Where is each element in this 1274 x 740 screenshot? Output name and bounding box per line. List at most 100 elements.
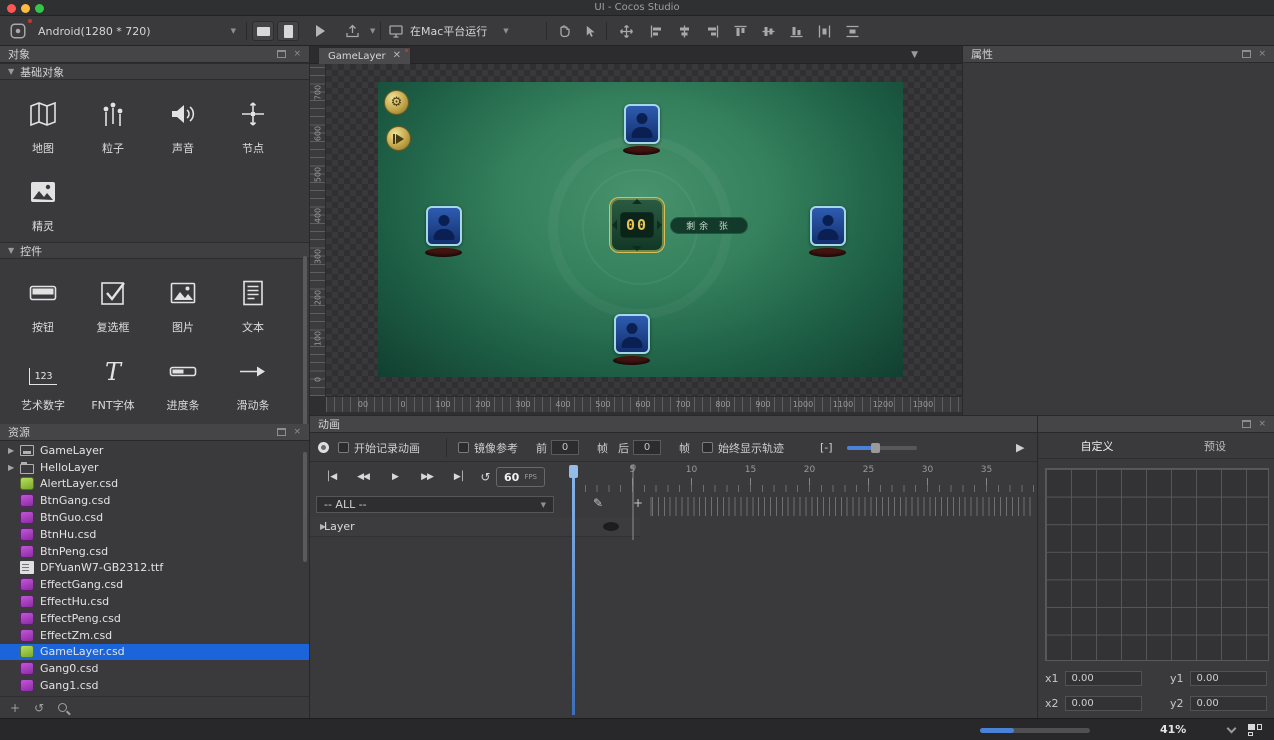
resource-file-row[interactable]: ▶ EffectZm.csd: [0, 627, 309, 644]
align-h-center-button[interactable]: [672, 20, 696, 42]
loop-button[interactable]: ↺: [472, 467, 498, 487]
resource-file-row[interactable]: ▶ AlertLayer.csd: [0, 476, 309, 493]
run-button[interactable]: [308, 20, 332, 42]
object-item-node[interactable]: 节点: [218, 84, 288, 162]
publish-options-caret[interactable]: ▼: [364, 20, 375, 42]
exit-button[interactable]: [386, 126, 411, 151]
close-tab-icon[interactable]: ✕: [393, 51, 401, 61]
object-item-button[interactable]: 按钮: [8, 263, 78, 341]
close-panel-icon[interactable]: ×: [1258, 50, 1266, 59]
distribute-vertical-button[interactable]: [840, 20, 864, 42]
resource-file-row[interactable]: ▶ BtnGang.csd: [0, 492, 309, 509]
x1-field[interactable]: 0.00: [1065, 671, 1142, 686]
player-plate-bottom[interactable]: [613, 356, 650, 365]
panel-layout-icon[interactable]: [1248, 724, 1262, 736]
align-bottom-button[interactable]: [784, 20, 808, 42]
fps-control[interactable]: 60 FPS: [496, 467, 545, 487]
after-frames-field[interactable]: 0: [633, 433, 661, 462]
resource-file-row[interactable]: ▶ BtnPeng.csd: [0, 543, 309, 560]
search-icon[interactable]: [58, 703, 67, 712]
y1-field[interactable]: 0.00: [1190, 671, 1267, 686]
align-top-button[interactable]: [728, 20, 752, 42]
curve-editor-grid[interactable]: [1045, 468, 1269, 661]
align-right-button[interactable]: [700, 20, 724, 42]
visibility-eye-icon[interactable]: [603, 522, 619, 531]
tab-preset[interactable]: 预设: [1156, 433, 1274, 458]
object-item-sound[interactable]: 声音: [148, 84, 218, 162]
edit-animation-icon[interactable]: ✎: [593, 496, 603, 510]
portrait-orientation-button[interactable]: [277, 21, 299, 41]
timeline-zoom-slider[interactable]: [847, 433, 917, 462]
align-left-button[interactable]: [644, 20, 668, 42]
player-avatar-top[interactable]: [624, 104, 660, 144]
timeline-zoom-out-label[interactable]: [-]: [820, 433, 833, 462]
resource-file-row[interactable]: ▶ EffectPeng.csd: [0, 610, 309, 627]
hand-tool-button[interactable]: [552, 20, 576, 42]
canvas-zoom-slider[interactable]: [980, 728, 1090, 733]
close-panel-icon[interactable]: ×: [1258, 420, 1266, 429]
distribute-horizontal-button[interactable]: [812, 20, 836, 42]
y2-field[interactable]: 0.00: [1190, 696, 1267, 711]
resources-scrollbar[interactable]: [303, 452, 307, 562]
object-item-progress-bar[interactable]: 进度条: [148, 341, 218, 419]
resource-file-row[interactable]: ▶ EffectHu.csd: [0, 593, 309, 610]
landscape-orientation-button[interactable]: [252, 21, 274, 41]
resource-file-row[interactable]: ▶ HelloLayer: [0, 459, 309, 476]
resource-file-row[interactable]: ▶ BtnHu.csd: [0, 526, 309, 543]
resolution-dropdown[interactable]: Android(1280 * 720) ▼: [32, 20, 242, 42]
timeline-play-button[interactable]: ▶: [1016, 433, 1024, 462]
player-avatar-right[interactable]: [810, 206, 846, 246]
track-filter-dropdown[interactable]: -- ALL -- ▼: [316, 496, 554, 513]
object-item-checkbox[interactable]: 复选框: [78, 263, 148, 341]
x2-field[interactable]: 0.00: [1065, 696, 1142, 711]
center-timer-widget[interactable]: 00: [610, 198, 664, 252]
expander-icon[interactable]: ▶: [310, 522, 324, 531]
canvas-tab-gamelayer[interactable]: GameLayer ✕: [318, 47, 411, 64]
float-panel-icon[interactable]: [1242, 420, 1251, 428]
run-target-dropdown[interactable]: 在Mac平台运行 ▼: [388, 20, 509, 42]
last-frame-button[interactable]: ▶│: [446, 467, 472, 487]
game-scene[interactable]: ⚙ 00 剩余 张: [378, 82, 903, 377]
select-tool-button[interactable]: [578, 20, 602, 42]
show-trajectory-checkbox[interactable]: [702, 433, 713, 462]
resource-file-row[interactable]: ▶ Gang1.csd: [0, 677, 309, 694]
record-animation-checkbox[interactable]: [338, 433, 349, 462]
align-v-center-button[interactable]: [756, 20, 780, 42]
tab-list-chevron-icon[interactable]: ▼: [911, 50, 918, 60]
resource-file-row[interactable]: ▶ EffectGang.csd: [0, 576, 309, 593]
before-frames-field[interactable]: 0: [551, 433, 579, 462]
player-avatar-bottom[interactable]: [614, 314, 650, 354]
next-frame-button[interactable]: ▶▶: [414, 467, 440, 487]
basic-objects-section-header[interactable]: ▼ 基础对象: [0, 63, 309, 80]
record-keyframe-icon[interactable]: [318, 433, 329, 462]
object-item-art-number[interactable]: 123 艺术数字: [8, 341, 78, 419]
player-plate-left[interactable]: [425, 248, 462, 257]
play-button[interactable]: ▶: [382, 467, 408, 487]
player-plate-top[interactable]: [623, 146, 660, 155]
player-avatar-left[interactable]: [426, 206, 462, 246]
scene-logo-icon[interactable]: [6, 20, 30, 42]
object-item-sprite[interactable]: 精灵: [8, 162, 78, 240]
float-panel-icon[interactable]: [1242, 50, 1251, 58]
mirror-reference-checkbox[interactable]: [458, 433, 469, 462]
resource-file-row[interactable]: ▶ BtnGuo.csd: [0, 509, 309, 526]
zoom-chevron-icon[interactable]: [1227, 724, 1237, 734]
resource-file-row[interactable]: ▶ GameLayer: [0, 442, 309, 459]
timeline-layer-row[interactable]: ▶ Layer: [310, 517, 640, 537]
float-panel-icon[interactable]: [277, 428, 286, 436]
object-item-slider[interactable]: 滑动条: [218, 341, 288, 419]
expander-icon[interactable]: ▶: [8, 446, 20, 455]
first-frame-button[interactable]: │◀: [318, 467, 344, 487]
resource-file-row[interactable]: ▶ GameLayer.csd: [0, 644, 309, 661]
timeline-playhead[interactable]: [572, 465, 575, 715]
object-item-particle[interactable]: 粒子: [78, 84, 148, 162]
move-tool-button[interactable]: [614, 20, 638, 42]
timeline-secondary-marker[interactable]: [632, 468, 634, 540]
object-item-fnt-font[interactable]: T FNT字体: [78, 341, 148, 419]
resource-file-row[interactable]: ▶ Gang0.csd: [0, 660, 309, 677]
player-plate-right[interactable]: [809, 248, 846, 257]
previous-frame-button[interactable]: ◀◀: [350, 467, 376, 487]
float-panel-icon[interactable]: [277, 50, 286, 58]
publish-button[interactable]: [340, 20, 364, 42]
playhead-handle[interactable]: [569, 465, 578, 478]
